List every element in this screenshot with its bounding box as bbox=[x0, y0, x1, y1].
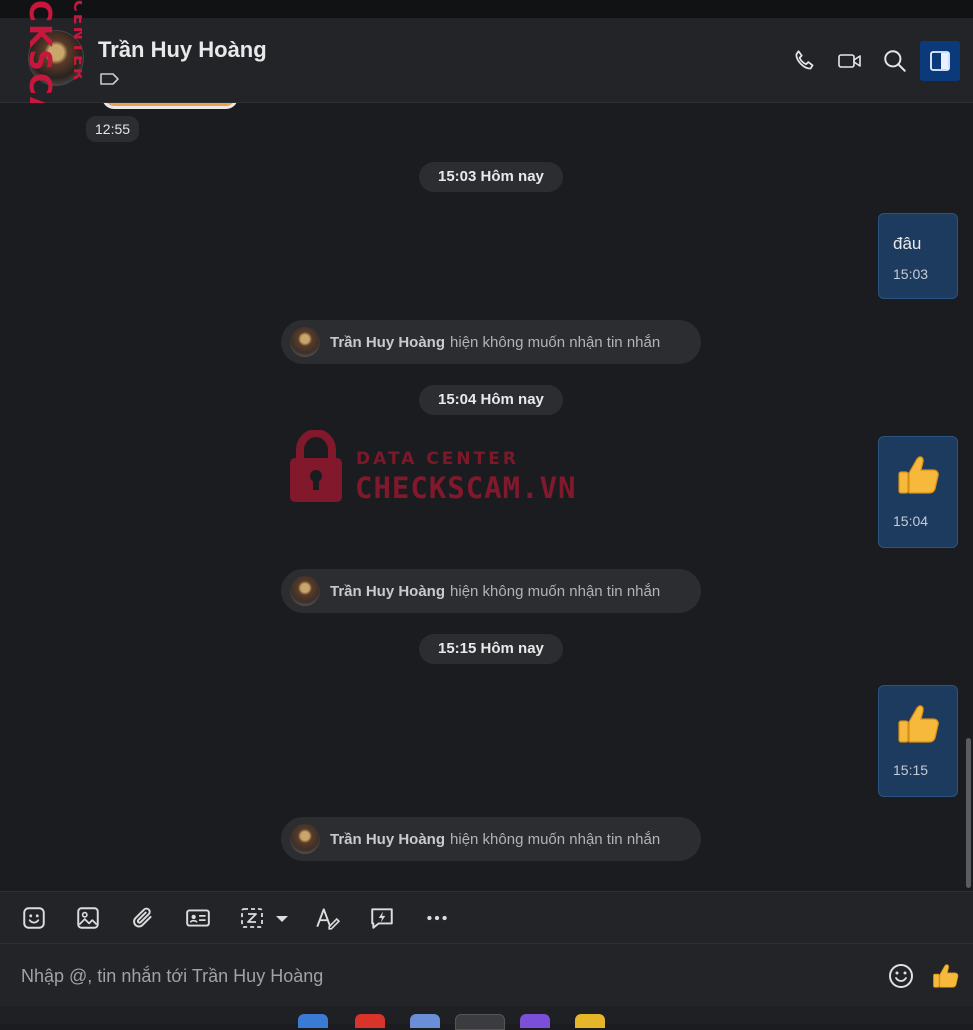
search-icon[interactable] bbox=[882, 48, 908, 74]
contact-card-icon[interactable] bbox=[185, 905, 211, 931]
sticker-icon[interactable] bbox=[21, 905, 47, 931]
message-input[interactable]: Nhập @, tin nhắn tới Trần Huy Hoàng bbox=[21, 966, 323, 987]
window-top-strip bbox=[0, 0, 973, 18]
system-notice-name: Trần Huy Hoàng bbox=[330, 830, 446, 848]
system-notice-name: Trần Huy Hoàng bbox=[330, 333, 446, 351]
sent-sticker-message[interactable]: 15:04 bbox=[878, 436, 958, 548]
date-divider: 15:04 Hôm nay bbox=[419, 385, 563, 415]
side-panel-icon bbox=[930, 51, 950, 71]
message-time: 15:15 bbox=[893, 762, 929, 778]
message-time: 12:55 bbox=[86, 116, 140, 142]
system-notice-name: Trần Huy Hoàng bbox=[330, 582, 446, 600]
quick-message-icon[interactable] bbox=[369, 905, 395, 931]
taskbar-app-icon[interactable] bbox=[410, 1014, 440, 1028]
avatar bbox=[290, 327, 320, 357]
system-notice: Trần Huy Hoàng hiện không muốn nhận tin … bbox=[281, 320, 701, 364]
avatar bbox=[290, 576, 320, 606]
quick-like-button[interactable] bbox=[931, 961, 961, 991]
message-time: 15:03 bbox=[893, 266, 929, 282]
message-scrollbar[interactable] bbox=[966, 738, 971, 888]
thumbs-up-icon bbox=[898, 456, 939, 494]
screenshot-icon[interactable] bbox=[240, 905, 290, 931]
taskbar-app-icon[interactable] bbox=[455, 1014, 505, 1030]
thumbs-up-icon bbox=[933, 964, 959, 988]
system-notice-text: hiện không muốn nhận tin nhắn bbox=[450, 582, 661, 600]
chat-header: Trần Huy Hoàng bbox=[0, 18, 973, 103]
text-format-icon[interactable] bbox=[314, 905, 341, 931]
system-notice: Trần Huy Hoàng hiện không muốn nhận tin … bbox=[281, 817, 701, 861]
sent-sticker-message[interactable]: 15:15 bbox=[878, 685, 958, 797]
message-time: 15:04 bbox=[893, 513, 929, 529]
composer-toolbar bbox=[0, 891, 973, 943]
tag-icon[interactable] bbox=[99, 71, 121, 87]
toggle-info-panel-button[interactable] bbox=[920, 41, 960, 81]
more-options-icon[interactable] bbox=[424, 905, 450, 931]
sent-message[interactable]: đâu 15:03 bbox=[878, 213, 958, 299]
avatar bbox=[290, 824, 320, 854]
message-list[interactable]: 12:55 15:03 Hôm nay đâu 15:03 Trần Huy H… bbox=[0, 103, 973, 891]
system-notice: Trần Huy Hoàng hiện không muốn nhận tin … bbox=[281, 569, 701, 613]
video-call-icon[interactable] bbox=[837, 48, 863, 74]
emoji-icon[interactable] bbox=[887, 962, 915, 990]
phone-call-icon[interactable] bbox=[792, 48, 818, 74]
contact-avatar[interactable] bbox=[28, 30, 84, 86]
image-icon[interactable] bbox=[75, 905, 101, 931]
os-taskbar bbox=[0, 1006, 973, 1030]
taskbar-app-icon[interactable] bbox=[355, 1014, 385, 1028]
thumbs-up-icon bbox=[898, 705, 939, 743]
message-text: đâu bbox=[893, 234, 922, 253]
windows-start-icon[interactable] bbox=[298, 1014, 328, 1028]
system-notice-text: hiện không muốn nhận tin nhắn bbox=[450, 830, 661, 848]
date-divider: 15:15 Hôm nay bbox=[419, 634, 563, 664]
attachment-icon[interactable] bbox=[130, 905, 156, 931]
contact-name[interactable]: Trần Huy Hoàng bbox=[98, 37, 267, 63]
message-input-bar[interactable]: Nhập @, tin nhắn tới Trần Huy Hoàng bbox=[0, 943, 973, 1006]
taskbar-app-icon[interactable] bbox=[575, 1014, 605, 1028]
date-divider: 15:03 Hôm nay bbox=[419, 162, 563, 192]
previous-image-message[interactable] bbox=[102, 103, 238, 109]
system-notice-text: hiện không muốn nhận tin nhắn bbox=[450, 333, 661, 351]
taskbar-app-icon[interactable] bbox=[520, 1014, 550, 1028]
